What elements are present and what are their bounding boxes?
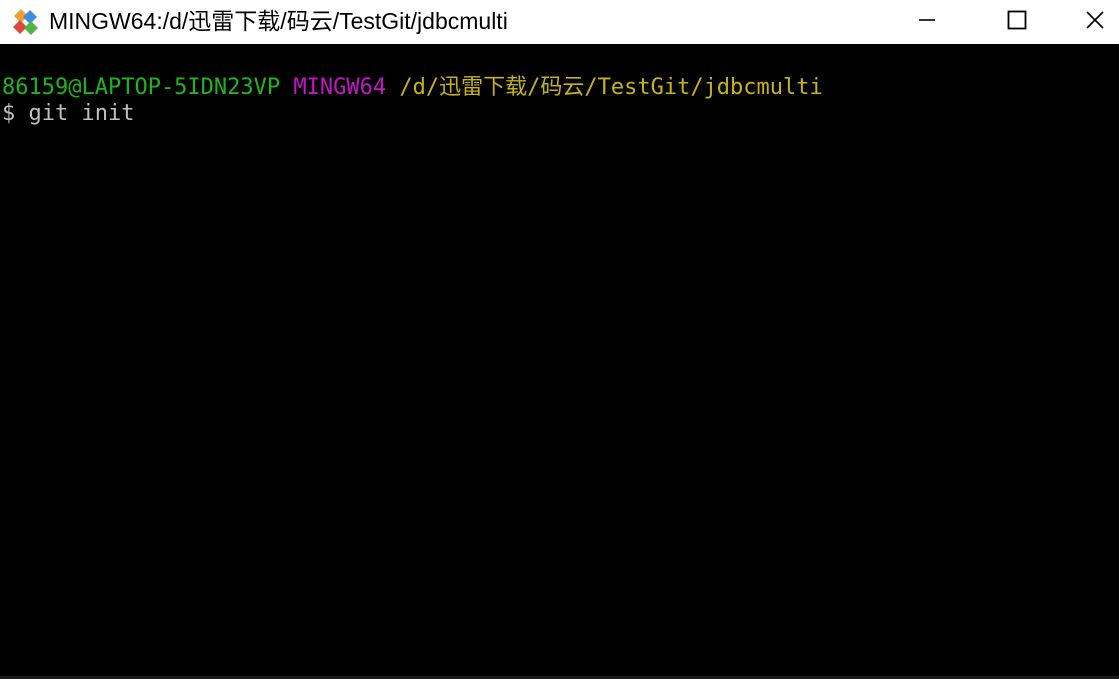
prompt-user-host: 86159@LAPTOP-5IDN23VP [2, 75, 281, 100]
maximize-icon [1007, 10, 1027, 35]
minimize-button[interactable] [903, 0, 951, 44]
minimize-icon [917, 10, 937, 35]
maximize-button[interactable] [993, 0, 1041, 44]
prompt-line: 86159@LAPTOP-5IDN23VP MINGW64 /d/迅雷下载/码云… [2, 75, 823, 101]
prompt-path: /d/迅雷下载/码云/TestGit/jdbcmulti [399, 75, 823, 100]
command-text: $ git init [2, 101, 135, 126]
title-bar[interactable]: MINGW64:/d/迅雷下载/码云/TestGit/jdbcmulti [0, 0, 1119, 44]
terminal-area[interactable]: 86159@LAPTOP-5IDN23VP MINGW64 /d/迅雷下载/码云… [0, 44, 1119, 679]
close-button[interactable] [1071, 0, 1119, 44]
git-bash-icon[interactable] [11, 6, 43, 38]
window-title: MINGW64:/d/迅雷下载/码云/TestGit/jdbcmulti [49, 8, 508, 34]
prompt-system: MINGW64 [293, 75, 387, 100]
command-line[interactable]: $ git init [2, 101, 134, 127]
git-bash-window: MINGW64:/d/迅雷下载/码云/TestGit/jdbcmulti 861… [0, 0, 1119, 679]
close-icon [1085, 10, 1105, 35]
